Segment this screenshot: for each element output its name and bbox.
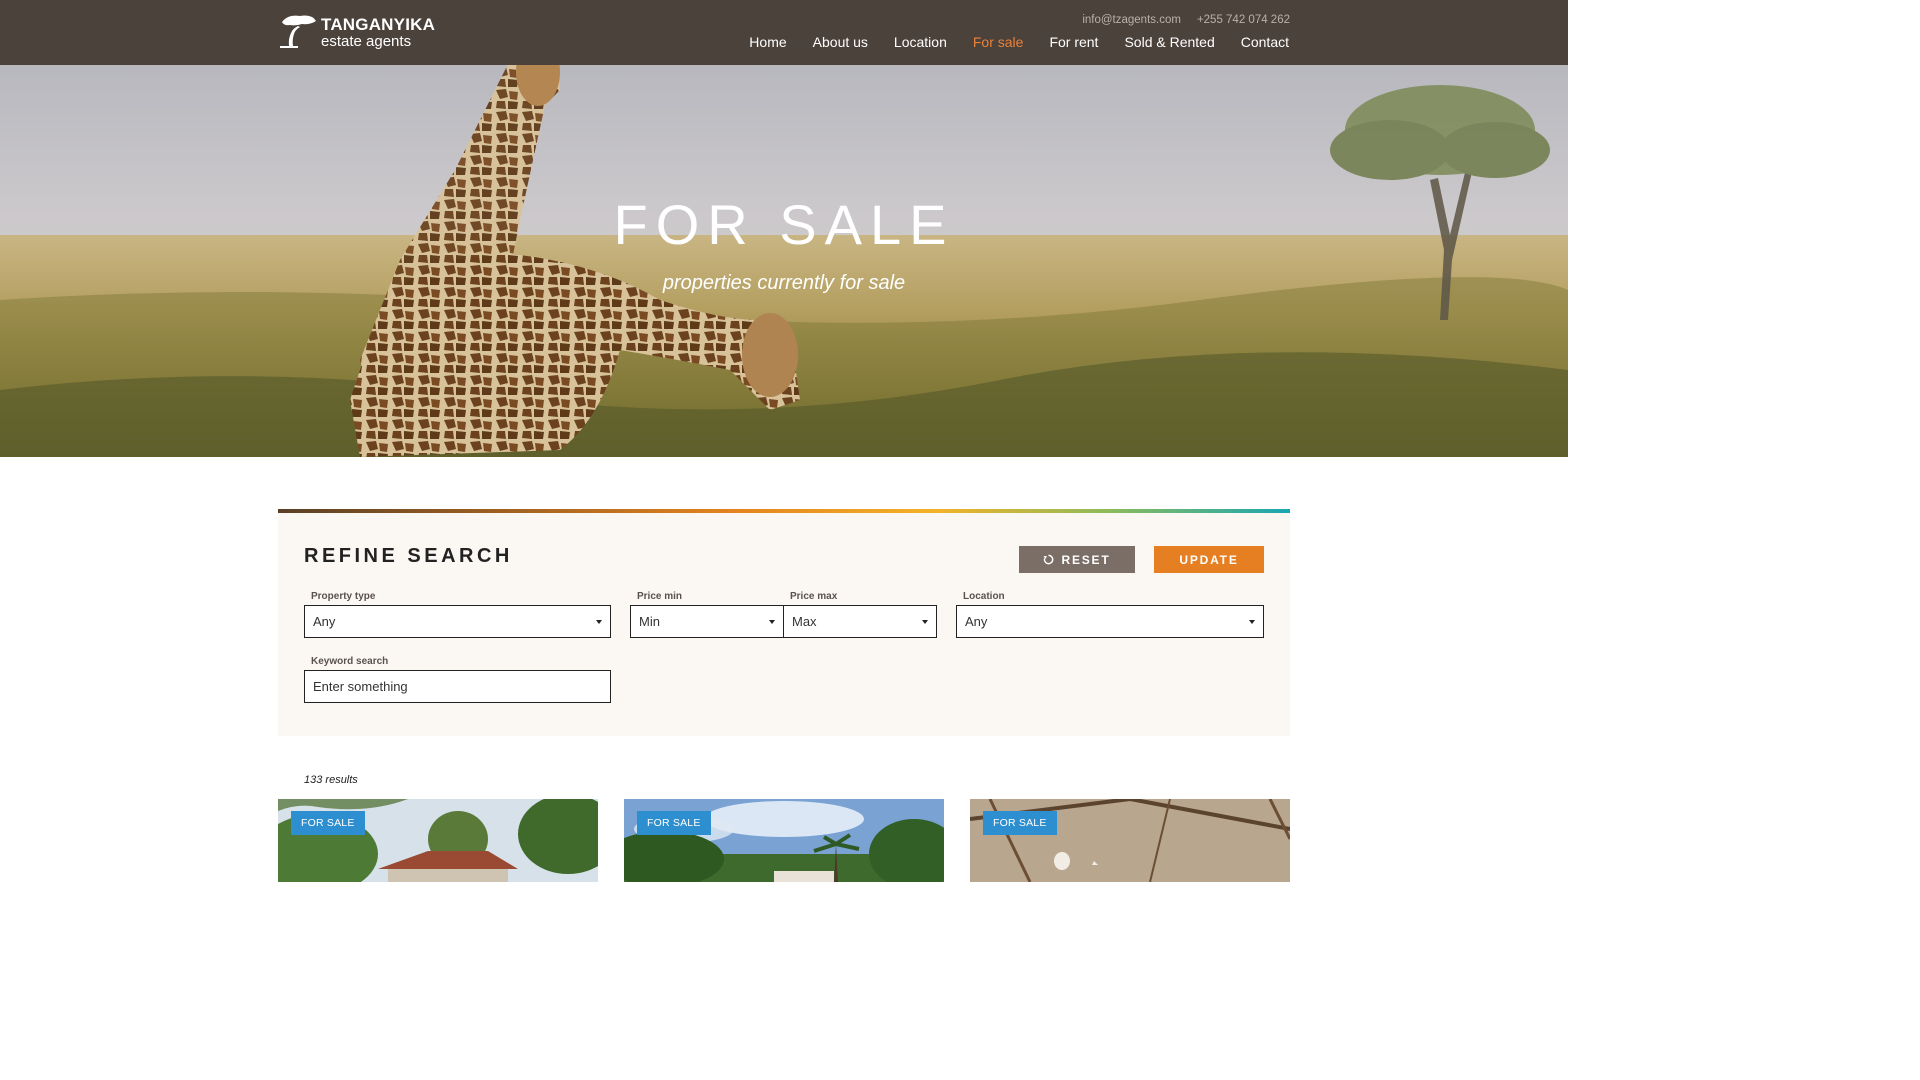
contact-line: info@tzagents.com +255 742 074 262	[1082, 14, 1290, 26]
property-card[interactable]: FOR SALE	[970, 799, 1290, 882]
price-min-select[interactable]: Min	[630, 605, 784, 638]
nav-item-sold-rented[interactable]: Sold & Rented	[1124, 34, 1214, 50]
nav-item-about-us[interactable]: About us	[813, 34, 868, 50]
property-card[interactable]: FOR SALE	[624, 799, 944, 882]
nav-item-location[interactable]: Location	[894, 34, 947, 50]
acacia-tree-icon	[280, 15, 316, 48]
price-max-select[interactable]: Max	[783, 605, 937, 638]
keyword-label: Keyword search	[311, 656, 389, 667]
nav-item-contact[interactable]: Contact	[1241, 34, 1289, 50]
nav-item-for-rent[interactable]: For rent	[1049, 34, 1098, 50]
for-sale-badge: FOR SALE	[983, 811, 1057, 835]
for-sale-badge: FOR SALE	[637, 811, 711, 835]
price-max-value: Max	[792, 614, 817, 629]
keyword-placeholder: Enter something	[313, 679, 408, 694]
price-min-label: Price min	[637, 591, 683, 602]
main-nav: Home About us Location For sale For rent…	[749, 34, 1289, 50]
property-type-select[interactable]: Any	[304, 605, 611, 638]
chevron-down-icon	[596, 620, 602, 624]
site-header: TANGANYIKA estate agents info@tzagents.c…	[0, 0, 1568, 65]
logo-title: TANGANYIKA	[321, 15, 436, 34]
nav-item-home[interactable]: Home	[749, 34, 786, 50]
price-min-value: Min	[639, 614, 660, 629]
refine-search-panel: REFINE SEARCH RESET UPDATE Property type…	[278, 513, 1290, 736]
panel-title: REFINE SEARCH	[304, 545, 513, 567]
results-count: 133 results	[304, 774, 358, 786]
property-type-label: Property type	[311, 591, 376, 602]
property-card[interactable]: FOR SALE	[278, 799, 598, 882]
update-button[interactable]: UPDATE	[1154, 546, 1264, 573]
logo-subtitle: estate agents	[321, 33, 412, 50]
chevron-down-icon	[769, 620, 775, 624]
email-link[interactable]: info@tzagents.com	[1082, 14, 1181, 26]
location-select[interactable]: Any	[956, 605, 1264, 638]
hero-banner: FOR SALE properties currently for sale	[0, 0, 1568, 457]
phone-link[interactable]: +255 742 074 262	[1197, 14, 1290, 26]
nav-item-for-sale[interactable]: For sale	[973, 34, 1024, 50]
chevron-down-icon	[1249, 620, 1255, 624]
reset-icon	[1043, 554, 1054, 565]
price-max-label: Price max	[790, 591, 838, 602]
location-label: Location	[963, 591, 1005, 602]
update-label: UPDATE	[1179, 552, 1239, 567]
property-type-value: Any	[313, 614, 336, 629]
hero-title: FOR SALE	[613, 193, 955, 256]
reset-button[interactable]: RESET	[1019, 546, 1135, 573]
for-sale-badge: FOR SALE	[291, 811, 365, 835]
reset-label: RESET	[1061, 552, 1111, 567]
location-value: Any	[965, 614, 988, 629]
chevron-down-icon	[922, 620, 928, 624]
keyword-search-input[interactable]: Enter something	[304, 670, 611, 703]
hero-subtitle: properties currently for sale	[662, 272, 906, 294]
site-logo[interactable]: TANGANYIKA estate agents	[278, 12, 448, 52]
